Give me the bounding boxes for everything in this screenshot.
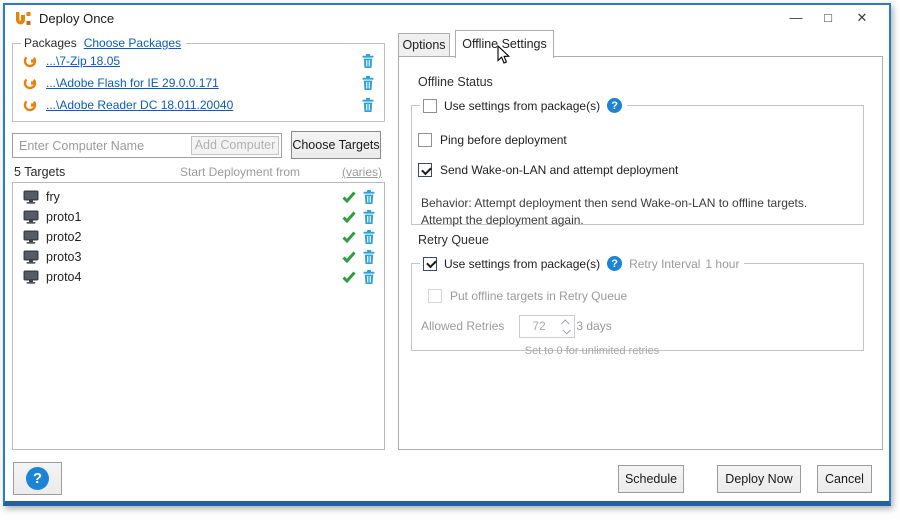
start-deployment-column: Start Deployment from [180,165,300,179]
tab-options[interactable]: Options [398,33,450,57]
allowed-retries-value: 72 [520,316,558,337]
delete-target-icon[interactable] [363,210,375,224]
wol-checkbox[interactable] [418,163,432,177]
delete-target-icon[interactable] [363,190,375,204]
online-check-icon [342,191,356,203]
delete-package-icon[interactable] [362,76,374,90]
target-row[interactable]: proto1 [13,207,384,227]
allowed-retries-label: Allowed Retries [421,319,504,333]
target-name: proto2 [46,230,81,244]
package-link[interactable]: ...\Adobe Flash for IE 29.0.0.171 [46,76,219,90]
pdq-app-icon [13,9,33,29]
package-icon [23,76,37,90]
wol-label: Send Wake-on-LAN and attempt deployment [440,163,678,177]
target-name: proto3 [46,250,81,264]
package-link[interactable]: ...\Adobe Reader DC 18.011.20040 [46,98,233,112]
computer-name-input[interactable] [19,136,194,155]
target-row[interactable]: proto4 [13,267,384,287]
package-row: ...\Adobe Flash for IE 29.0.0.171 [13,72,384,94]
minimize-button[interactable]: — [783,7,809,29]
help-button[interactable]: ? [13,462,62,495]
behavior-text: Behavior: Attempt deployment then send W… [421,195,851,229]
title-bar: Deploy Once — □ ✕ [5,5,889,33]
online-check-icon [342,231,356,243]
package-icon [23,54,37,68]
cancel-button[interactable]: Cancel [817,465,872,493]
retry-queue-group: Use settings from package(s) ? Retry Int… [411,256,864,351]
package-row: ...\7-Zip 18.05 [13,50,384,72]
use-settings-label: Use settings from package(s) [444,99,600,113]
delete-target-icon[interactable] [363,270,375,284]
deploy-once-window: Deploy Once — □ ✕ Packages Choose Packag… [3,3,891,506]
computer-icon [23,270,39,284]
online-check-icon [342,251,356,263]
maximize-button[interactable]: □ [815,7,841,29]
help-icon[interactable]: ? [607,98,622,113]
tab-offline-settings[interactable]: Offline Settings [455,30,554,58]
package-link[interactable]: ...\7-Zip 18.05 [46,54,120,68]
help-icon[interactable]: ? [607,256,622,271]
target-row[interactable]: fry [13,187,384,207]
computer-name-box: Add Computer [12,133,282,158]
targets-list: fry [12,182,385,450]
window-title: Deploy Once [39,11,114,26]
packages-label: Packages [24,36,77,50]
retry-interval-value: 1 hour [705,257,739,271]
online-check-icon [342,211,356,223]
computer-icon [23,230,39,244]
help-icon: ? [26,467,49,490]
put-offline-label: Put offline targets in Retry Queue [450,289,627,303]
retry-interval-label: Retry Interval [629,257,700,271]
online-check-icon [342,271,356,283]
offline-status-group: Use settings from package(s) ? Ping befo… [411,98,864,225]
ping-checkbox[interactable] [418,133,432,147]
choose-packages-link[interactable]: Choose Packages [84,36,181,50]
choose-targets-button[interactable]: Choose Targets [291,131,381,159]
target-row[interactable]: proto3 [13,247,384,267]
targets-header: 5 Targets Start Deployment from (varies) [12,165,385,181]
packages-group: Packages Choose Packages ...\7-Zip 18.05 [12,36,385,122]
package-row: ...\Adobe Reader DC 18.011.20040 [13,94,384,116]
target-name: proto4 [46,270,81,284]
offline-settings-panel: Offline Status Use settings from package… [398,56,883,450]
retry-queue-label: Retry Queue [418,233,489,247]
delete-target-icon[interactable] [363,230,375,244]
target-row[interactable]: proto2 [13,227,384,247]
computer-icon [23,190,39,204]
ping-label: Ping before deployment [440,133,567,147]
offline-status-label: Offline Status [418,75,493,89]
use-settings-checkbox[interactable] [423,99,437,113]
computer-icon [23,210,39,224]
retry-use-settings-checkbox[interactable] [423,257,437,271]
delete-package-icon[interactable] [362,98,374,112]
retries-hint: Set to 0 for unlimited retries [492,345,692,357]
close-button[interactable]: ✕ [849,7,875,29]
allowed-retries-stepper[interactable]: 72 [519,315,575,338]
package-list: ...\7-Zip 18.05 [13,50,384,116]
add-computer-button[interactable]: Add Computer [191,136,279,155]
target-name: fry [46,190,60,204]
put-offline-checkbox[interactable] [428,289,442,303]
allowed-retries-duration: 3 days [576,319,611,333]
computer-icon [23,250,39,264]
retry-use-settings-label: Use settings from package(s) [444,257,600,271]
varies-link[interactable]: (varies) [342,165,382,179]
target-name: proto1 [46,210,81,224]
package-icon [23,98,37,112]
targets-count: 5 Targets [14,165,65,179]
schedule-button[interactable]: Schedule [618,465,684,493]
delete-target-icon[interactable] [363,250,375,264]
delete-package-icon[interactable] [362,54,374,68]
stepper-arrows-icon[interactable] [558,316,574,337]
deploy-now-button[interactable]: Deploy Now [717,465,801,493]
